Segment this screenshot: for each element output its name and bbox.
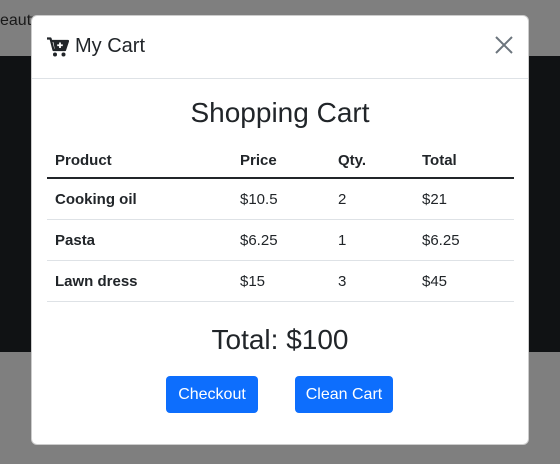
cell-product: Pasta <box>47 219 232 261</box>
cell-price: $6.25 <box>232 219 330 261</box>
header-product: Product <box>47 144 232 179</box>
cart-table: Product Price Qty. Total Cooking oil $10… <box>47 144 514 302</box>
cell-price: $10.5 <box>232 178 330 220</box>
cell-price: $15 <box>232 260 330 302</box>
cell-total: $21 <box>414 178 514 220</box>
modal-header: My Cart <box>32 16 528 79</box>
cart-modal: My Cart Shopping Cart Product Price Qty.… <box>31 15 529 445</box>
cell-total: $6.25 <box>414 219 514 261</box>
cart-plus-icon <box>47 37 70 57</box>
cell-qty: 2 <box>330 178 414 220</box>
header-price: Price <box>232 144 330 179</box>
table-row: Pasta $6.25 1 $6.25 <box>47 219 514 261</box>
cell-qty: 1 <box>330 219 414 261</box>
cart-heading: Shopping Cart <box>190 97 370 128</box>
checkout-button[interactable]: Checkout <box>166 376 258 413</box>
clean-cart-button[interactable]: Clean Cart <box>295 376 393 413</box>
cell-product: Lawn dress <box>47 260 232 302</box>
table-row: Lawn dress $15 3 $45 <box>47 260 514 302</box>
cell-total: $45 <box>414 260 514 302</box>
cart-total: Total: $100 <box>211 324 349 355</box>
table-header-row: Product Price Qty. Total <box>47 144 514 179</box>
cell-qty: 3 <box>330 260 414 302</box>
modal-title: My Cart <box>75 35 145 57</box>
table-row: Cooking oil $10.5 2 $21 <box>47 178 514 220</box>
close-icon[interactable] <box>494 35 514 55</box>
header-total: Total <box>414 144 514 179</box>
cell-product: Cooking oil <box>47 178 232 220</box>
header-qty: Qty. <box>330 144 414 179</box>
